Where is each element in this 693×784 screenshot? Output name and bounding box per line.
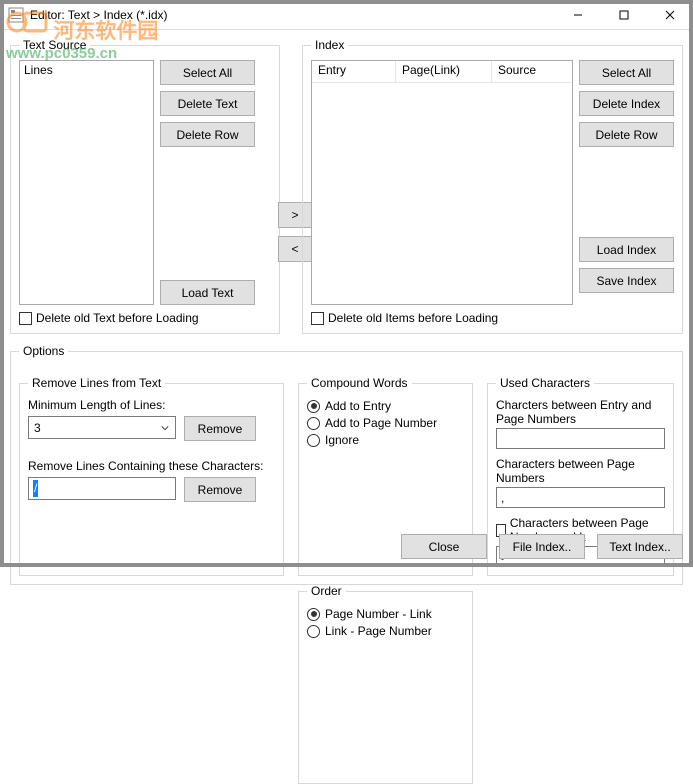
maximize-button[interactable]: [601, 0, 647, 30]
index-col-page[interactable]: Page(Link): [396, 61, 492, 82]
text-source-group: Text Source Lines Select All Delete Text…: [10, 38, 280, 334]
select-all-text-button[interactable]: Select All: [160, 60, 255, 85]
load-text-button[interactable]: Load Text: [160, 280, 255, 305]
remove-chars-button[interactable]: Remove: [184, 477, 256, 502]
add-to-entry-radio[interactable]: [307, 400, 320, 413]
delete-index-button[interactable]: Delete Index: [579, 91, 674, 116]
close-dialog-button[interactable]: Close: [401, 534, 487, 559]
options-legend: Options: [19, 344, 68, 358]
chars-between-pages-input[interactable]: ,: [496, 487, 665, 508]
ignore-radio[interactable]: [307, 434, 320, 447]
save-index-button[interactable]: Save Index: [579, 268, 674, 293]
delete-old-text-checkbox[interactable]: [19, 312, 32, 325]
add-to-entry-label: Add to Entry: [325, 399, 391, 413]
delete-row-text-button[interactable]: Delete Row: [160, 122, 255, 147]
window-title: Editor: Text > Index (*.idx): [30, 8, 555, 22]
add-to-page-label: Add to Page Number: [325, 416, 437, 430]
add-to-page-radio[interactable]: [307, 417, 320, 430]
page-number-link-label: Page Number - Link: [325, 607, 432, 621]
app-icon: [8, 7, 24, 23]
order-legend: Order: [307, 584, 346, 598]
index-col-source[interactable]: Source: [492, 61, 572, 82]
delete-old-items-label: Delete old Items before Loading: [328, 311, 498, 325]
index-col-entry[interactable]: Entry: [312, 61, 396, 82]
remove-chars-value: /: [33, 480, 38, 497]
remove-min-length-button[interactable]: Remove: [184, 416, 256, 441]
select-all-index-button[interactable]: Select All: [579, 60, 674, 85]
index-table[interactable]: Entry Page(Link) Source: [311, 60, 573, 305]
minimize-button[interactable]: [555, 0, 601, 30]
delete-row-index-button[interactable]: Delete Row: [579, 122, 674, 147]
page-number-link-radio[interactable]: [307, 608, 320, 621]
used-characters-legend: Used Characters: [496, 376, 594, 390]
remove-chars-label: Remove Lines Containing these Characters…: [28, 459, 275, 473]
delete-old-text-label: Delete old Text before Loading: [36, 311, 199, 325]
delete-old-items-checkbox[interactable]: [311, 312, 324, 325]
file-index-button[interactable]: File Index..: [499, 534, 585, 559]
remove-lines-group: Remove Lines from Text Minimum Length of…: [19, 376, 284, 576]
text-source-list[interactable]: Lines: [19, 60, 154, 305]
text-source-list-header: Lines: [24, 63, 53, 77]
min-length-value: 3: [34, 421, 41, 435]
chars-entry-page-label: Charcters between Entry and Page Numbers: [496, 398, 665, 426]
compound-words-legend: Compound Words: [307, 376, 412, 390]
remove-lines-legend: Remove Lines from Text: [28, 376, 165, 390]
text-source-legend: Text Source: [19, 38, 90, 52]
index-group: Index Entry Page(Link) Source Select All…: [302, 38, 683, 334]
index-legend: Index: [311, 38, 348, 52]
chars-between-pages-label: Characters between Page Numbers: [496, 457, 665, 485]
chars-entry-page-input[interactable]: [496, 428, 665, 449]
close-button[interactable]: [647, 0, 693, 30]
ignore-label: Ignore: [325, 433, 359, 447]
link-page-number-label: Link - Page Number: [325, 624, 432, 638]
delete-text-button[interactable]: Delete Text: [160, 91, 255, 116]
order-group: Order Page Number - Link Link - Page Num…: [298, 584, 473, 784]
min-length-label: Minimum Length of Lines:: [28, 398, 275, 412]
text-index-button[interactable]: Text Index..: [597, 534, 683, 559]
remove-chars-input[interactable]: /: [28, 477, 176, 500]
min-length-combo[interactable]: 3: [28, 416, 176, 439]
load-index-button[interactable]: Load Index: [579, 237, 674, 262]
chevron-down-icon: [156, 418, 173, 437]
link-page-number-radio[interactable]: [307, 625, 320, 638]
